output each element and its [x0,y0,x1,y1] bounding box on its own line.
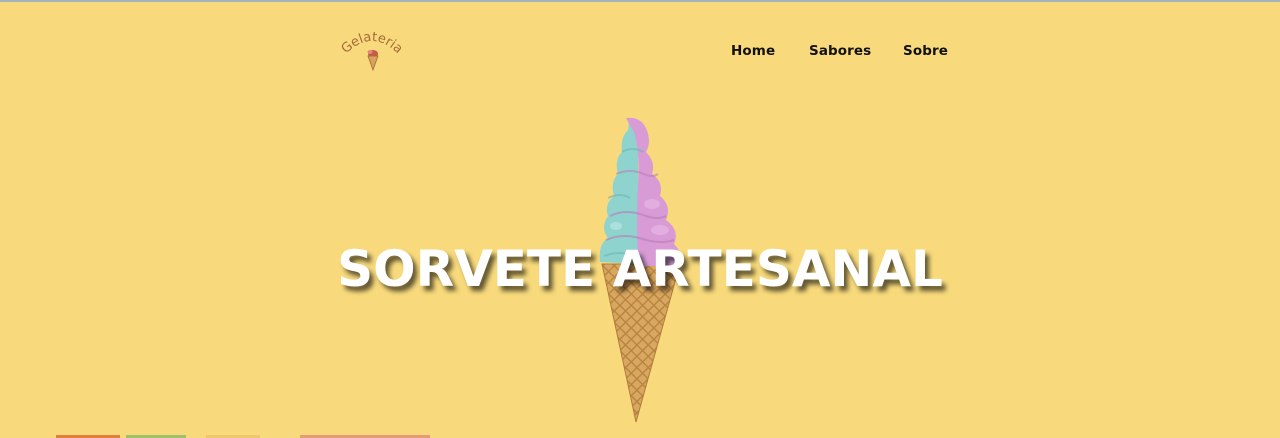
nav-link-home[interactable]: Home [731,43,775,59]
nav-link-sobre[interactable]: Sobre [903,43,948,59]
top-border [0,0,1280,2]
hero-title: SORVETE ARTESANAL [337,240,943,298]
hero-section: Gelateria Home Sabores Sobre SORVETE ART… [0,0,1280,438]
main-nav: Home Sabores Sobre [0,43,1280,61]
nav-link-sabores[interactable]: Sabores [809,43,871,59]
